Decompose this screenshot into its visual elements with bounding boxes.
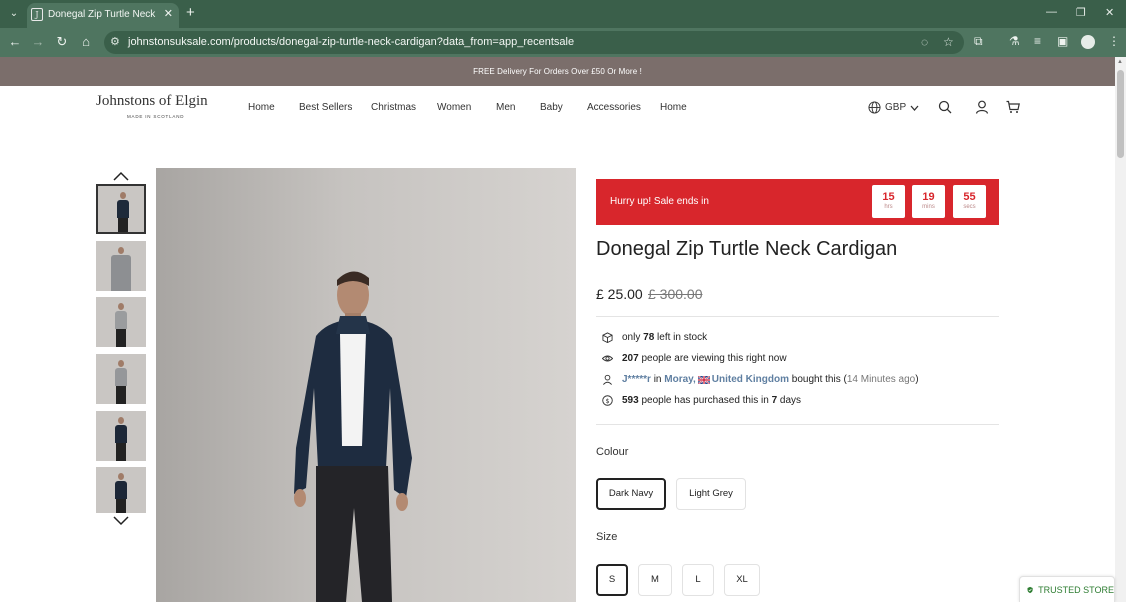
thumbnail-3[interactable] <box>96 297 146 347</box>
thumbnail-2[interactable] <box>96 241 146 291</box>
uk-flag-icon <box>697 375 710 384</box>
browser-tab[interactable]: J Donegal Zip Turtle Neck Cardig ✕ <box>27 3 179 28</box>
stock-row: only 78 left in stock <box>602 332 707 343</box>
eye-off-icon[interactable]: ◌ <box>921 35 928 49</box>
cart-icon[interactable] <box>1006 100 1020 114</box>
product-main-image[interactable] <box>156 168 576 602</box>
url-text: johnstonsuksale.com/products/donegal-zip… <box>128 36 575 48</box>
currency-label: GBP <box>885 102 907 113</box>
product-title: Donegal Zip Turtle Neck Cardigan <box>596 238 898 260</box>
trusted-store-badge[interactable]: TRUSTED STORE <box>1019 576 1115 602</box>
maximize-icon[interactable]: ❐ <box>1076 6 1086 19</box>
countdown-secs: 55 secs <box>953 185 986 218</box>
eye-icon <box>602 355 613 362</box>
site-info-icon[interactable]: ⚙ <box>110 35 120 48</box>
size-option-s[interactable]: S <box>596 564 628 596</box>
colour-label: Colour <box>596 446 629 458</box>
kebab-menu-icon[interactable]: ⋮ <box>1108 34 1120 48</box>
recent-sale-row: J*****r in Moray, United Kingdom bought … <box>602 374 919 385</box>
nav-item-men[interactable]: Men <box>496 102 515 113</box>
browser-tab-bar: ⌄ J Donegal Zip Turtle Neck Cardig ✕ + —… <box>0 0 1126 28</box>
address-bar[interactable]: ⚙ johnstonsuksale.com/products/donegal-z… <box>104 31 964 54</box>
size-option-xl[interactable]: XL <box>724 564 760 596</box>
divider <box>596 424 999 425</box>
nav-item-baby[interactable]: Baby <box>540 102 563 113</box>
nav-item-home[interactable]: Home <box>248 102 275 113</box>
media-icon[interactable]: ≡ <box>1034 34 1041 48</box>
tab-list-icon[interactable]: ⌄ <box>6 6 22 22</box>
nav-item-accessories[interactable]: Accessories <box>587 102 641 113</box>
side-panel-icon[interactable]: ▣ <box>1057 34 1068 48</box>
countdown-hours: 15 hrs <box>872 185 905 218</box>
divider <box>596 316 999 317</box>
nav-item-christmas[interactable]: Christmas <box>371 102 416 113</box>
colour-option-dark-navy[interactable]: Dark Navy <box>596 478 666 510</box>
tab-title: Donegal Zip Turtle Neck Cardig <box>48 9 158 20</box>
dollar-circle-icon: $ <box>602 395 613 406</box>
thumbnail-6[interactable] <box>96 467 146 513</box>
thumbnail-1[interactable] <box>96 184 146 234</box>
close-window-icon[interactable]: ✕ <box>1105 6 1114 19</box>
chevron-down-icon <box>910 105 919 111</box>
close-icon[interactable]: ✕ <box>164 7 173 20</box>
purchased-row: $ 593 people has purchased this in 7 day… <box>602 395 801 406</box>
forward-icon[interactable]: → <box>30 34 46 50</box>
colour-option-light-grey[interactable]: Light Grey <box>676 478 746 510</box>
bookmark-star-icon[interactable]: ☆ <box>943 35 954 49</box>
product-compare-price: £ 300.00 <box>648 286 703 302</box>
new-tab-icon[interactable]: + <box>186 4 195 21</box>
back-icon[interactable]: ← <box>7 34 23 50</box>
trusted-store-label: TRUSTED STORE <box>1038 584 1114 595</box>
brand-logo[interactable]: Johnstons of Elgin <box>96 93 208 110</box>
labs-icon[interactable]: ⚗ <box>1009 34 1020 48</box>
viewing-row: 207 people are viewing this right now <box>602 353 787 364</box>
nav-item-home-2[interactable]: Home <box>660 102 687 113</box>
profile-icon[interactable] <box>1081 35 1095 49</box>
thumbs-up-arrow-icon[interactable] <box>113 171 129 181</box>
minimize-icon[interactable]: — <box>1046 6 1057 18</box>
thumbs-down-arrow-icon[interactable] <box>113 516 129 526</box>
nav-item-women[interactable]: Women <box>437 102 471 113</box>
size-label: Size <box>596 531 618 543</box>
product-price: £ 25.00 <box>596 286 643 302</box>
box-icon <box>602 332 613 343</box>
browser-toolbar: ← → ↻ ⌂ ⚙ johnstonsuksale.com/products/d… <box>0 28 1126 57</box>
extensions-icon[interactable]: ⧉ <box>974 34 983 49</box>
announcement-bar: FREE Delivery For Orders Over £50 Or Mor… <box>0 57 1115 86</box>
size-option-l[interactable]: L <box>682 564 714 596</box>
globe-icon <box>868 101 881 114</box>
thumbnail-5[interactable] <box>96 411 146 461</box>
search-icon[interactable] <box>938 100 952 114</box>
shield-check-icon <box>1027 586 1033 593</box>
scroll-thumb[interactable] <box>1117 70 1124 158</box>
site-favicon-icon: J <box>31 8 43 21</box>
reload-icon[interactable]: ↻ <box>54 34 70 50</box>
currency-selector[interactable]: GBP <box>868 100 919 115</box>
svg-text:$: $ <box>605 397 609 405</box>
sale-countdown-banner: Hurry up! Sale ends in 15 hrs 19 mins 55… <box>596 179 999 225</box>
countdown-text: Hurry up! Sale ends in <box>610 196 709 207</box>
thumbnail-4[interactable] <box>96 354 146 404</box>
home-icon[interactable]: ⌂ <box>78 34 94 50</box>
account-icon[interactable] <box>975 100 989 114</box>
brand-tagline: MADE IN SCOTLAND <box>127 114 185 119</box>
model-figure <box>294 271 412 602</box>
nav-item-best-sellers[interactable]: Best Sellers <box>299 102 352 113</box>
size-option-m[interactable]: M <box>638 564 672 596</box>
scroll-up-icon[interactable]: ▲ <box>1117 59 1123 65</box>
user-icon <box>603 374 612 385</box>
countdown-mins: 19 mins <box>912 185 945 218</box>
